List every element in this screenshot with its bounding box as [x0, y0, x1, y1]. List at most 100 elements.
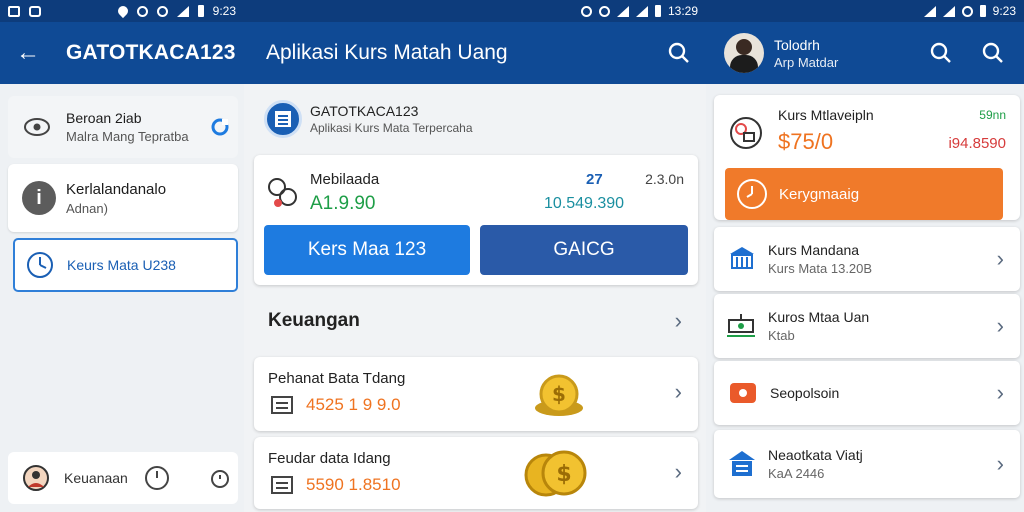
- bank-icon: [730, 247, 754, 269]
- list-item-neaotkata[interactable]: Neaotkata Viatj KaA 2446 ›: [714, 430, 1020, 498]
- status-bar: 13:29: [244, 0, 706, 22]
- back-arrow-icon[interactable]: ←: [16, 39, 44, 67]
- rate-label: Mebilaada: [310, 171, 380, 188]
- bottom-label: Keuanaan: [64, 470, 128, 486]
- location-icon: [115, 3, 130, 19]
- section-title: Keuangan: [268, 310, 360, 331]
- status-bar: 9:23: [0, 0, 244, 22]
- clock-icon: [27, 252, 53, 278]
- row-title: Kuros Mtaa Uan: [768, 309, 870, 325]
- app-bar: Tolodrh Arp Matdar: [706, 22, 1024, 84]
- menu-item-info[interactable]: i Kerlalandanalo Adnan): [8, 164, 238, 232]
- orange-button-label: Kerygmaaig: [779, 185, 860, 203]
- menu-item-subtitle: Malra Mang Tepratba: [66, 129, 189, 144]
- user-name: Tolodrh: [774, 36, 820, 53]
- rate-card: Mebilaada A1.9.90 27 2.3.0n 10.549.390 K…: [254, 155, 698, 285]
- list-item[interactable]: Pehanat Bata Tdang 4525 1 9 9.0 $ ›: [254, 357, 698, 431]
- document-icon: [271, 396, 293, 414]
- signal-icon: [635, 5, 648, 17]
- gold-coin-icon: $: [535, 374, 583, 416]
- battery-icon: [654, 5, 661, 17]
- coins-swap-icon: [268, 178, 297, 207]
- status-time: 9:23: [212, 4, 236, 18]
- menu-item-beroan[interactable]: Beroan 2iab Malra Mang Tepratba: [8, 96, 238, 158]
- chevron-right-icon: ›: [674, 379, 682, 404]
- menu-item-title: Keurs Mata U238: [67, 257, 176, 273]
- alarm-icon[interactable]: [208, 466, 232, 490]
- app-bar: ← GATOTKACA123: [0, 22, 244, 84]
- chevron-right-icon: ›: [996, 380, 1004, 405]
- status-time: 9:23: [992, 4, 1016, 18]
- list-item-kuros[interactable]: Kuros Mtaa Uan Ktab ›: [714, 294, 1020, 358]
- search-icon[interactable]: [668, 42, 690, 64]
- row-title: Seopolsoin: [770, 385, 840, 401]
- gold-coins-icon: $: [524, 450, 587, 497]
- signal-icon: [176, 5, 189, 17]
- status-bar: 9:23: [706, 0, 1024, 22]
- record-icon: [730, 383, 756, 403]
- eye-icon: [24, 118, 50, 136]
- rate-value-right: 10.549.390: [544, 195, 625, 212]
- chevron-right-icon: ›: [996, 313, 1004, 338]
- menu-item-subtitle: Adnan): [66, 200, 108, 216]
- middle-screen: 13:29 Aplikasi Kurs Matah Uang GATOTKACA…: [244, 0, 706, 512]
- timer-icon[interactable]: [144, 465, 170, 491]
- svg-text:$: $: [552, 382, 566, 406]
- document-icon: [271, 476, 293, 494]
- bottom-bar: Keuanaan: [8, 452, 238, 504]
- status-time: 13:29: [667, 4, 698, 18]
- row-title: Kurs Mandana: [768, 242, 860, 258]
- refresh-icon[interactable]: [210, 117, 230, 137]
- right-screen: 9:23 Tolodrh Arp Matdar Kurs Mtlaveipln …: [706, 0, 1024, 512]
- info-icon: i: [22, 181, 56, 215]
- row-subtitle: Ktab: [768, 328, 795, 343]
- brand-header: GATOTKACA123 Aplikasi Kurs Mata Terperca…: [264, 100, 473, 138]
- menu-item-keurs-selected[interactable]: Keurs Mata U238: [13, 238, 238, 292]
- list-item-title: Feudar data Idang: [268, 450, 391, 467]
- list-item-title: Pehanat Bata Tdang: [268, 370, 406, 387]
- rate-value-left: A1.9.90: [310, 193, 376, 214]
- search-icon[interactable]: [982, 42, 1004, 64]
- primary-rate-button[interactable]: Kers Maa 123: [264, 225, 470, 275]
- orange-action-button[interactable]: Kerygmaaig: [725, 168, 1003, 220]
- clock-icon: [737, 179, 767, 209]
- kurs-title: Kurs Mtlaveipln: [778, 107, 874, 123]
- list-item-seopolsoin[interactable]: Seopolsoin ›: [714, 361, 1020, 425]
- search-icon[interactable]: [930, 42, 952, 64]
- signal-icon: [942, 5, 955, 17]
- kurs-small-green: 59nn: [979, 108, 1006, 122]
- chevron-right-icon: ›: [996, 246, 1004, 271]
- list-item-amount: 5590 1.8510: [306, 475, 401, 494]
- image-icon: [29, 5, 41, 17]
- svg-text:$: $: [556, 462, 571, 487]
- battery-icon: [197, 5, 204, 17]
- sync-icon: [136, 5, 148, 17]
- app-logo-icon: [264, 100, 302, 138]
- chevron-right-icon: ›: [996, 451, 1004, 476]
- gallery-icon: [8, 5, 20, 17]
- row-title: Neaotkata Viatj: [768, 447, 863, 463]
- list-item[interactable]: Feudar data Idang 5590 1.8510 $ ›: [254, 437, 698, 509]
- rate-top-mid: 27: [586, 171, 603, 188]
- avatar[interactable]: [724, 33, 764, 73]
- exchange-machine-icon: [727, 314, 755, 337]
- list-item-kurs-mandana[interactable]: Kurs Mandana Kurs Mata 13.20B ›: [714, 227, 1020, 291]
- section-keuangan[interactable]: Keuangan ›: [254, 296, 698, 346]
- app-bar: Aplikasi Kurs Matah Uang: [244, 22, 706, 84]
- battery-icon: [979, 5, 986, 17]
- left-screen: 9:23 ← GATOTKACA123 Beroan 2iab Malra Ma…: [0, 0, 244, 512]
- chevron-right-icon: ›: [674, 308, 682, 333]
- avatar-icon: [23, 465, 49, 491]
- chevron-right-icon: ›: [674, 459, 682, 484]
- secondary-button[interactable]: GAICG: [480, 225, 688, 275]
- wifi-icon: [616, 5, 629, 17]
- list-item-amount: 4525 1 9 9.0: [306, 395, 401, 414]
- vibrate-icon: [156, 5, 168, 17]
- wifi-icon: [923, 5, 936, 17]
- data-icon: [961, 5, 973, 17]
- exchange-icon: [730, 117, 762, 149]
- brand-name: GATOTKACA123: [310, 103, 419, 119]
- row-subtitle: Kurs Mata 13.20B: [768, 261, 873, 276]
- home-bank-icon: [729, 451, 755, 476]
- menu-item-title: Kerlalandanalo: [66, 180, 167, 198]
